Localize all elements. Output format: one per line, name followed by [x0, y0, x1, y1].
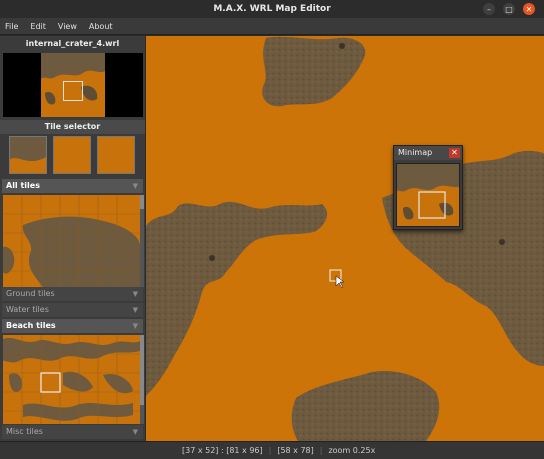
category-misc-label: Misc tiles [6, 427, 43, 436]
window-titlebar: M.A.X. WRL Map Editor – □ ✕ [0, 0, 544, 18]
left-panel: internal_crater_4.wrl Tile selector All … [0, 36, 145, 441]
beach-tiles-scrollbar[interactable] [140, 335, 144, 424]
minimap-header[interactable]: Minimap ✕ [394, 146, 462, 160]
status-zoom: zoom 0.25x [328, 446, 376, 455]
menu-edit[interactable]: Edit [30, 22, 46, 31]
all-tiles-grid-image [3, 195, 140, 287]
chevron-down-icon: ▼ [132, 290, 138, 298]
category-all-tiles[interactable]: All tiles ▼ [2, 179, 143, 193]
map-canvas[interactable] [146, 36, 544, 441]
menu-view[interactable]: View [58, 22, 77, 31]
map-filename: internal_crater_4.wrl [25, 39, 120, 48]
map-preview-image[interactable] [41, 53, 105, 117]
minimap-terrain [397, 164, 459, 226]
minimap-window[interactable]: Minimap ✕ [393, 145, 463, 230]
map-preview[interactable] [3, 53, 143, 117]
all-tiles-scrollbar[interactable] [140, 195, 144, 287]
map-terrain [146, 36, 544, 441]
chevron-down-icon: ▼ [132, 306, 138, 314]
minimize-icon[interactable]: – [483, 3, 495, 15]
selected-tile-2[interactable] [53, 136, 91, 174]
menu-about[interactable]: About [89, 22, 113, 31]
beach-tiles-grid-image [3, 335, 140, 424]
status-bar: [37 x 52] : [81 x 96] | [58 x 78] | zoom… [0, 441, 544, 459]
status-size: [58 x 78] [277, 446, 314, 455]
status-separator: | [268, 446, 272, 455]
all-tiles-grid[interactable] [3, 195, 140, 287]
preview-viewport-frame[interactable] [63, 81, 83, 101]
category-ground-tiles[interactable]: Ground tiles ▼ [2, 287, 143, 301]
category-all-label: All tiles [6, 181, 40, 190]
window-title: M.A.X. WRL Map Editor [213, 4, 331, 14]
category-beach-tiles[interactable]: Beach tiles ▼ [2, 319, 143, 333]
beach-tiles-scroll-thumb[interactable] [140, 335, 144, 405]
status-separator: | [319, 446, 323, 455]
beach-tiles-grid[interactable] [3, 335, 140, 424]
chevron-down-icon: ▼ [132, 428, 138, 436]
minimap-title: Minimap [398, 148, 433, 157]
chevron-down-icon: ▼ [132, 182, 138, 190]
close-icon[interactable]: ✕ [523, 3, 535, 15]
selected-tile-3[interactable] [97, 136, 135, 174]
category-water-label: Water tiles [6, 305, 49, 314]
chevron-down-icon: ▼ [132, 322, 138, 330]
minimap-close-icon[interactable]: ✕ [449, 148, 460, 158]
status-coords: [37 x 52] : [81 x 96] [182, 446, 263, 455]
category-water-tiles[interactable]: Water tiles ▼ [2, 303, 143, 317]
all-tiles-scroll-thumb[interactable] [140, 195, 144, 209]
menu-file[interactable]: File [5, 22, 18, 31]
tile-selector-header: Tile selector [0, 120, 145, 134]
minimap-view[interactable] [396, 163, 460, 227]
category-misc-tiles[interactable]: Misc tiles ▼ [2, 425, 143, 439]
menu-bar: File Edit View About [0, 18, 544, 35]
category-ground-label: Ground tiles [6, 289, 55, 298]
selected-tile-1[interactable] [9, 136, 47, 174]
category-beach-label: Beach tiles [6, 321, 56, 330]
maximize-icon[interactable]: □ [503, 3, 515, 15]
tile-1-image [10, 137, 46, 173]
